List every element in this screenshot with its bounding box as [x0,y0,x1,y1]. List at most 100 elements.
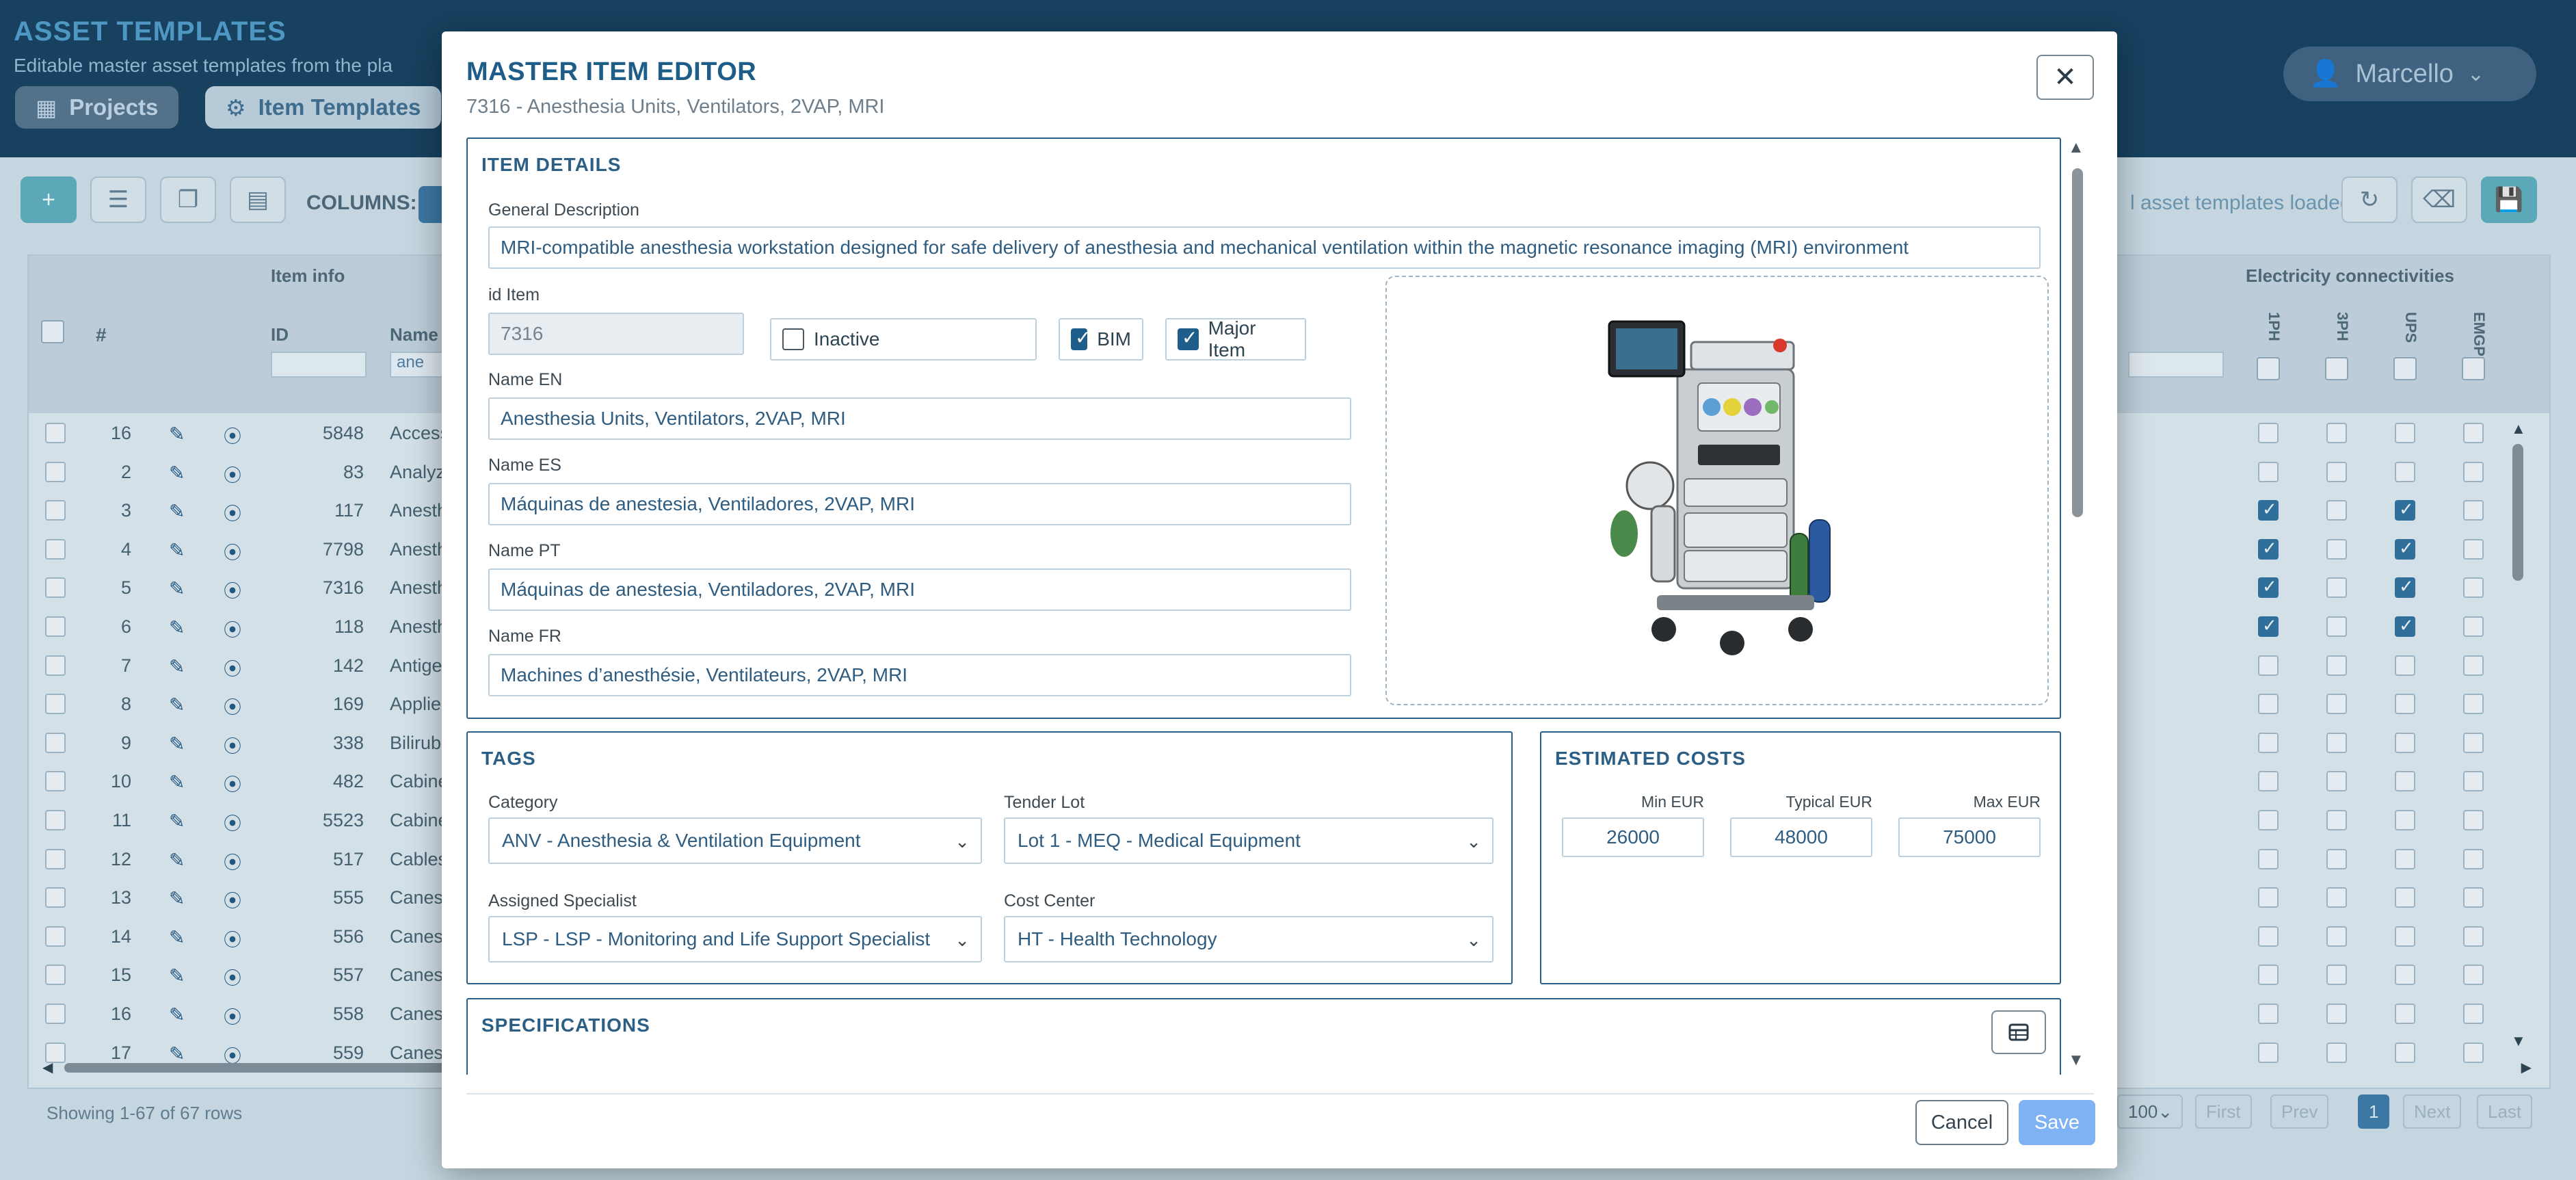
select-all-checkbox[interactable] [41,320,64,343]
specifications-table-button[interactable] [1991,1010,2046,1054]
pencil-icon[interactable]: ✎ [169,733,185,755]
col-id[interactable]: ID [271,324,289,345]
dialog-scroll-down[interactable]: ▼ [2068,1051,2084,1070]
row-checkbox[interactable] [45,887,66,908]
name-fr-input[interactable]: Machines d’anesthésie, Ventilateurs, 2VA… [488,654,1351,696]
row-elec-checkbox[interactable] [2463,1004,2484,1024]
row-elec-checkbox[interactable] [2395,926,2415,947]
pin-icon[interactable]: ⦿ [224,694,241,719]
row-elec-checkbox[interactable] [2463,538,2484,560]
pencil-icon[interactable]: ✎ [169,694,185,716]
filter-1ph-checkbox[interactable] [2257,357,2280,380]
row-checkbox[interactable] [45,771,66,792]
major-item-checkbox[interactable]: Major Item [1165,317,1306,360]
row-elec-checkbox[interactable] [2258,732,2279,753]
row-elec-checkbox[interactable] [2463,1042,2484,1063]
row-elec-checkbox[interactable] [2395,965,2415,986]
tab-item-templates[interactable]: ⚙ Item Templates [205,86,442,129]
pager-next[interactable]: Next [2403,1094,2462,1129]
row-elec-checkbox[interactable] [2463,694,2484,715]
hscroll-right[interactable]: ▶ [2521,1059,2532,1076]
grid-scroll-up[interactable]: ▲ [2511,420,2526,438]
row-elec-checkbox[interactable] [2463,423,2484,443]
pager-current[interactable]: 1 [2358,1094,2390,1129]
row-checkbox[interactable] [45,616,66,637]
refresh-button[interactable]: ↻ [2341,176,2398,223]
typical-eur-input[interactable]: 48000 [1730,817,1872,857]
pin-icon[interactable]: ⦿ [224,965,241,990]
row-elec-checkbox[interactable] [2258,538,2279,560]
row-elec-checkbox[interactable] [2395,576,2415,599]
cost-center-select[interactable]: HT - Health Technology ⌄ [1004,916,1493,962]
general-description-input[interactable]: MRI-compatible anesthesia workstation de… [488,226,2041,269]
row-elec-checkbox[interactable] [2395,810,2415,830]
pin-icon[interactable]: ⦿ [224,577,241,603]
pin-icon[interactable]: ⦿ [224,655,241,681]
row-checkbox[interactable] [45,926,66,947]
pencil-icon[interactable]: ✎ [169,1004,185,1026]
add-button[interactable]: + [21,176,77,223]
tab-projects[interactable]: ▦ Projects [15,86,179,129]
row-elec-checkbox[interactable] [2326,965,2347,986]
row-elec-checkbox[interactable] [2258,499,2279,521]
pin-icon[interactable]: ⦿ [224,539,241,564]
hscroll-left[interactable]: ◀ [42,1059,53,1076]
pager-first[interactable]: First [2195,1094,2252,1129]
row-elec-checkbox[interactable] [2395,461,2415,482]
row-elec-checkbox[interactable] [2395,887,2415,908]
row-elec-checkbox[interactable] [2326,616,2347,637]
row-elec-checkbox[interactable] [2326,538,2347,560]
row-elec-checkbox[interactable] [2463,616,2484,637]
save-grid-button[interactable]: 💾 [2481,176,2537,223]
row-elec-checkbox[interactable] [2258,615,2279,637]
row-checkbox[interactable] [45,694,66,715]
inactive-check[interactable] [782,328,804,350]
pencil-icon[interactable]: ✎ [169,423,185,445]
bim-check[interactable] [1071,326,1091,350]
list-button[interactable]: ☰ [90,176,146,223]
row-elec-checkbox[interactable] [2326,500,2347,521]
row-elec-checkbox[interactable] [2463,926,2484,947]
row-elec-checkbox[interactable] [2258,848,2279,869]
filter-3ph-checkbox[interactable] [2325,357,2348,380]
row-elec-checkbox[interactable] [2395,499,2415,521]
col-name[interactable]: Name I [390,324,448,345]
row-checkbox[interactable] [45,1004,66,1024]
bim-checkbox[interactable]: BIM [1059,318,1143,360]
pager-prev[interactable]: Prev [2270,1094,2329,1129]
row-elec-checkbox[interactable] [2326,810,2347,830]
pencil-icon[interactable]: ✎ [169,616,185,639]
row-checkbox[interactable] [45,965,66,986]
row-elec-checkbox[interactable] [2463,655,2484,676]
row-elec-checkbox[interactable] [2258,423,2279,443]
row-elec-checkbox[interactable] [2395,1042,2415,1063]
name-pt-input[interactable]: Máquinas de anestesia, Ventiladores, 2VA… [488,568,1351,611]
pin-icon[interactable]: ⦿ [224,1004,241,1029]
row-elec-checkbox[interactable] [2258,576,2279,599]
major-item-check[interactable] [1178,326,1199,350]
name-es-input[interactable]: Máquinas de anestesia, Ventiladores, 2VA… [488,483,1351,525]
row-elec-checkbox[interactable] [2258,810,2279,830]
tender-lot-select[interactable]: Lot 1 - MEQ - Medical Equipment ⌄ [1004,817,1493,864]
duplicate-button[interactable]: ❐ [160,176,216,223]
item-image-dropzone[interactable] [1385,276,2049,705]
row-elec-checkbox[interactable] [2395,538,2415,560]
row-elec-checkbox[interactable] [2326,848,2347,869]
row-elec-checkbox[interactable] [2326,694,2347,715]
grid-scrollbar[interactable] [2512,444,2523,581]
pencil-icon[interactable]: ✎ [169,577,185,600]
row-checkbox[interactable] [45,423,66,443]
row-checkbox[interactable] [45,810,66,830]
row-checkbox[interactable] [45,500,66,521]
row-checkbox[interactable] [45,655,66,676]
grid-scroll-down[interactable]: ▼ [2511,1032,2526,1050]
pin-icon[interactable]: ⦿ [224,462,241,487]
pin-icon[interactable]: ⦿ [224,733,241,758]
row-elec-checkbox[interactable] [2395,1004,2415,1024]
page-size-select[interactable]: 100 ⌄ [2117,1094,2183,1129]
pencil-icon[interactable]: ✎ [169,500,185,523]
id-filter[interactable] [271,352,367,378]
row-checkbox[interactable] [45,732,66,753]
specialist-select[interactable]: LSP - LSP - Monitoring and Life Support … [488,916,982,962]
pencil-icon[interactable]: ✎ [169,539,185,562]
